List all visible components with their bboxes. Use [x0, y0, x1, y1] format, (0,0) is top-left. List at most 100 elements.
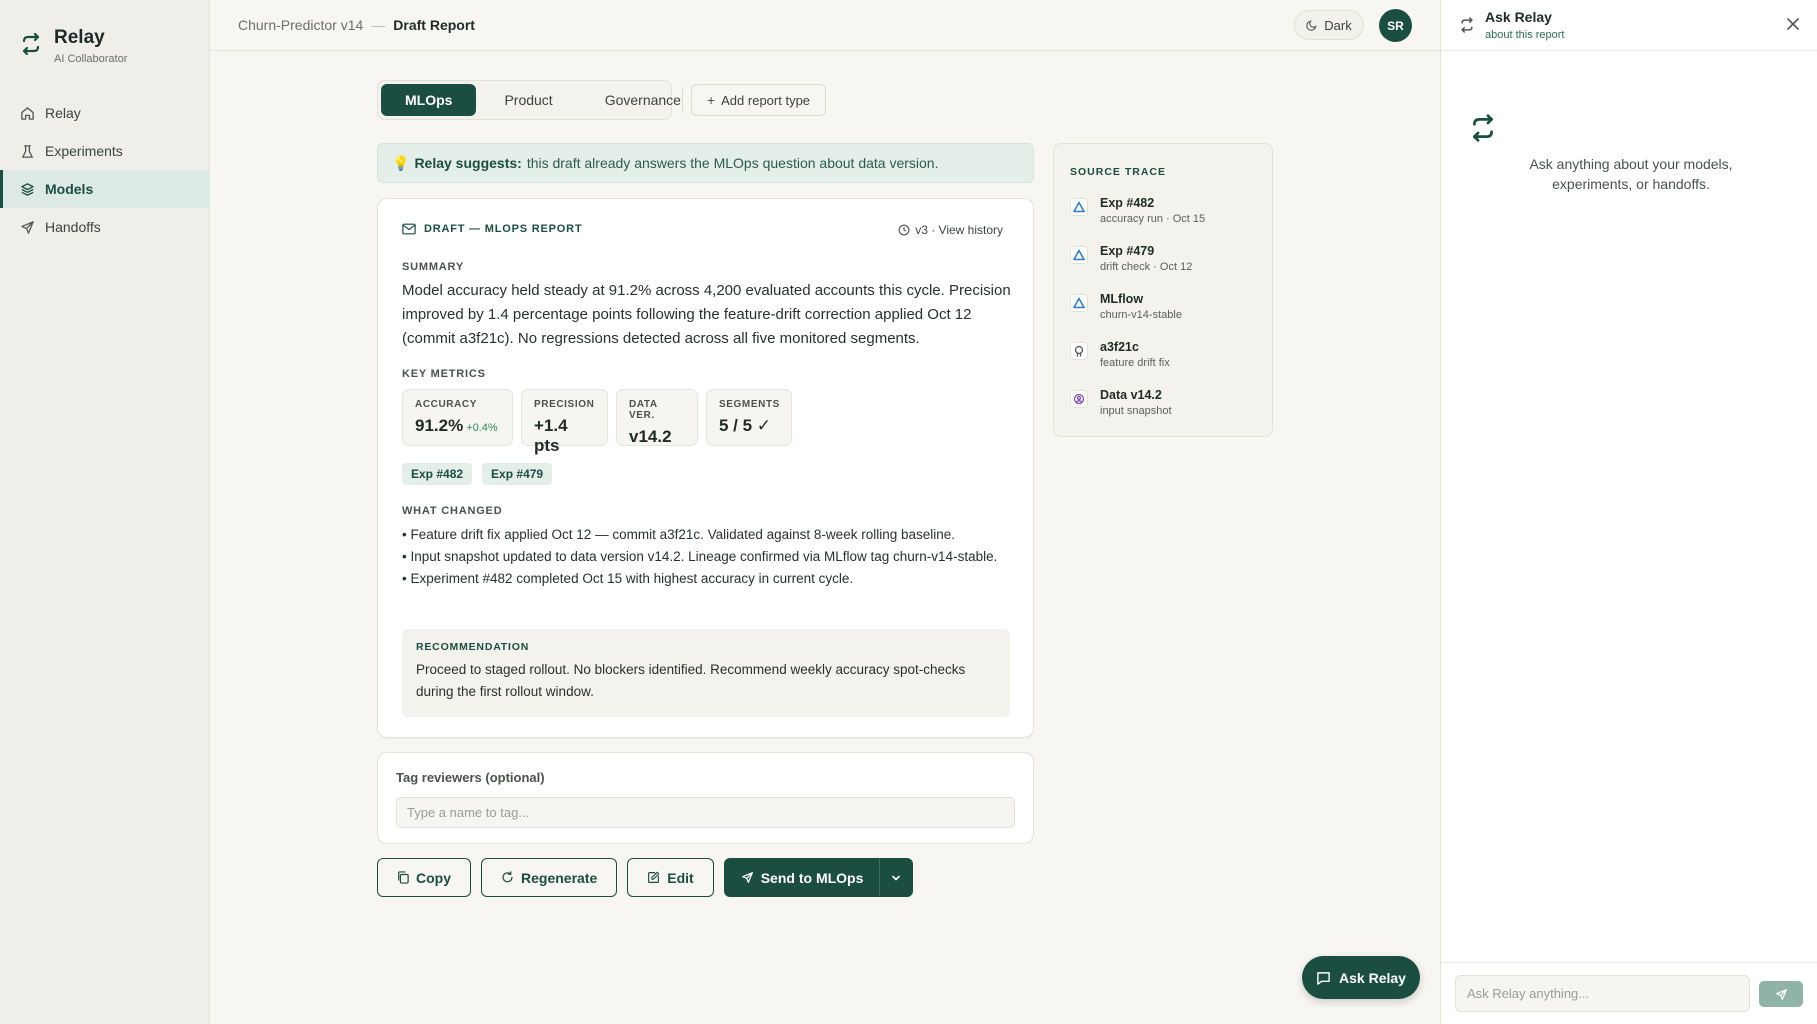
copy-icon — [398, 871, 409, 884]
metric-value: 91.2% +0.4% — [415, 416, 500, 436]
ask-relay-fab[interactable]: Ask Relay — [1302, 956, 1420, 999]
suggestion-text: this draft already answers the MLOps que… — [526, 155, 939, 171]
view-history-link[interactable]: v3 · View history — [898, 223, 1003, 237]
brand[interactable]: Relay AI Collaborator — [20, 27, 127, 65]
relay-logo-icon — [22, 32, 40, 56]
trace-sub: churn-v14-stable — [1100, 309, 1182, 321]
trace-title: MLflow — [1100, 292, 1144, 306]
refresh-icon — [502, 871, 513, 883]
send-options-dropdown[interactable] — [879, 859, 912, 896]
metric-label: DATA VER. — [629, 399, 658, 421]
trace-item-exp-482[interactable]: Exp #482 accuracy run · Oct 15 — [1070, 196, 1205, 244]
suggestion-lead: Relay suggests: — [414, 155, 522, 171]
trace-item-commit[interactable]: a3f21c feature drift fix — [1070, 340, 1205, 388]
flask-icon — [21, 144, 34, 158]
ask-relay-empty-state: Ask anything about your models, experime… — [1529, 156, 1733, 192]
recommendation-box: RECOMMENDATION Proceed to staged rollout… — [402, 629, 1010, 717]
source-trace-label: SOURCE TRACE — [1070, 166, 1167, 178]
list-item: • Feature drift fix applied Oct 12 — com… — [402, 527, 956, 542]
report-type-tabs: MLOps Product Governance — [377, 80, 681, 120]
git-icon — [1070, 342, 1088, 360]
ask-relay-composer — [1441, 962, 1817, 1024]
trace-sub: feature drift fix — [1100, 357, 1170, 369]
trace-title: Data v14.2 — [1100, 388, 1162, 402]
action-bar: Copy Regenerate Edit Send to MLOps — [377, 858, 914, 897]
chevron-down-icon — [892, 875, 901, 881]
trace-sub: drift check · Oct 12 — [1100, 261, 1193, 273]
layers-icon — [21, 182, 34, 196]
sidebar-item-models[interactable]: Models — [0, 170, 210, 208]
trace-item-mlflow[interactable]: MLflow churn-v14-stable — [1070, 292, 1205, 340]
tab-mlops[interactable]: MLOps — [381, 84, 477, 116]
add-report-type-button[interactable]: + Add report type — [691, 84, 826, 116]
copy-button[interactable]: Copy — [377, 858, 471, 897]
sidebar-item-handoffs[interactable]: Handoffs — [0, 208, 210, 246]
summary-text: Model accuracy held steady at 91.2% acro… — [402, 282, 1011, 347]
experiment-chips: Exp #482 Exp #479 — [402, 463, 553, 485]
trace-sub: accuracy run · Oct 15 — [1100, 213, 1206, 225]
trace-item-data[interactable]: Data v14.2 input snapshot — [1070, 388, 1205, 436]
breadcrumb-separator: — — [371, 17, 386, 33]
recommendation-label: RECOMMENDATION — [416, 641, 530, 653]
edit-button[interactable]: Edit — [627, 858, 714, 897]
recommendation-text: Proceed to staged rollout. No blockers i… — [416, 662, 966, 699]
home-icon — [21, 106, 34, 120]
send-to-mlops-main[interactable]: Send to MLOps — [725, 859, 880, 896]
chip-exp-479[interactable]: Exp #479 — [482, 463, 553, 485]
mail-icon — [402, 223, 416, 235]
what-changed-label: WHAT CHANGED — [402, 505, 503, 517]
tab-product[interactable]: Product — [480, 84, 576, 116]
source-trace-list: Exp #482 accuracy run · Oct 15 Exp #479 dr… — [1070, 196, 1205, 436]
sidebar-item-relay[interactable]: Relay — [0, 94, 210, 132]
ask-relay-panel-title: Ask Relay — [1485, 9, 1552, 25]
send-to-mlops-button[interactable]: Send to MLOps — [723, 858, 914, 897]
ask-relay-input[interactable] — [1455, 975, 1750, 1012]
relay-suggestion-banner: 💡 Relay suggests: this draft already ans… — [377, 143, 1034, 183]
metric-value: v14.2 — [629, 427, 672, 446]
breadcrumb-project[interactable]: Churn-Predictor v14 — [238, 17, 363, 33]
ask-relay-send-button[interactable] — [1759, 981, 1803, 1007]
draft-report-card: DRAFT — MLOPS REPORT v3 · View history S… — [377, 198, 1034, 738]
metric-data-version: DATA VER. v14.2 — [616, 389, 698, 446]
trace-title: Exp #482 — [1100, 196, 1155, 210]
regenerate-label: Regenerate — [521, 869, 598, 886]
clock-icon — [898, 224, 910, 236]
triangle-icon — [1070, 198, 1088, 216]
draft-header: DRAFT — MLOPS REPORT — [402, 223, 582, 235]
tag-reviewers-card: Tag reviewers (optional) — [377, 752, 1034, 844]
chat-icon — [1317, 971, 1330, 985]
metric-precision: PRECISION +1.4 pts — [521, 389, 608, 455]
close-icon[interactable] — [1786, 17, 1800, 31]
plus-icon: + — [706, 92, 716, 108]
add-report-type-label: Add report type — [721, 92, 811, 108]
list-item: • Input snapshot updated to data version… — [402, 549, 998, 564]
what-changed-list: • Feature drift fix applied Oct 12 — com… — [402, 524, 1002, 590]
dark-mode-label: Dark — [1324, 17, 1352, 33]
top-bar: Churn-Predictor v14 — Draft Report Dark … — [210, 0, 1440, 51]
tab-governance[interactable]: Governance — [581, 84, 705, 116]
regenerate-button[interactable]: Regenerate — [481, 858, 618, 897]
breadcrumb-page: Draft Report — [393, 17, 475, 33]
metric-segments: SEGMENTS 5 / 5 ✓ — [706, 389, 792, 446]
trace-item-exp-479[interactable]: Exp #479 drift check · Oct 12 — [1070, 244, 1205, 292]
triangle-icon — [1070, 246, 1088, 264]
key-metrics: ACCURACY 91.2% +0.4% PRECISION +1.4 pts D… — [402, 389, 792, 455]
tag-reviewers-input[interactable] — [396, 797, 1015, 828]
relay-logo-icon — [1461, 17, 1473, 33]
metric-value: +1.4 pts — [534, 416, 568, 455]
database-icon — [1070, 390, 1088, 408]
avatar[interactable]: SR — [1379, 9, 1412, 42]
ask-relay-fab-label: Ask Relay — [1339, 969, 1406, 986]
metric-value: 5 / 5 ✓ — [719, 416, 772, 435]
trace-sub: input snapshot — [1100, 405, 1172, 417]
sidebar-item-experiments[interactable]: Experiments — [0, 132, 210, 170]
send-to-mlops-label: Send to MLOps — [760, 869, 864, 886]
key-metrics-label: KEY METRICS — [402, 368, 486, 380]
chip-exp-482[interactable]: Exp #482 — [402, 463, 473, 485]
metric-label: PRECISION — [534, 399, 595, 410]
tag-reviewers-label: Tag reviewers (optional) — [396, 770, 545, 785]
dark-mode-toggle[interactable]: Dark — [1294, 10, 1364, 40]
moon-icon — [1306, 20, 1317, 31]
sidebar-item-label: Models — [45, 181, 94, 197]
relay-logo-icon — [1473, 114, 1493, 142]
